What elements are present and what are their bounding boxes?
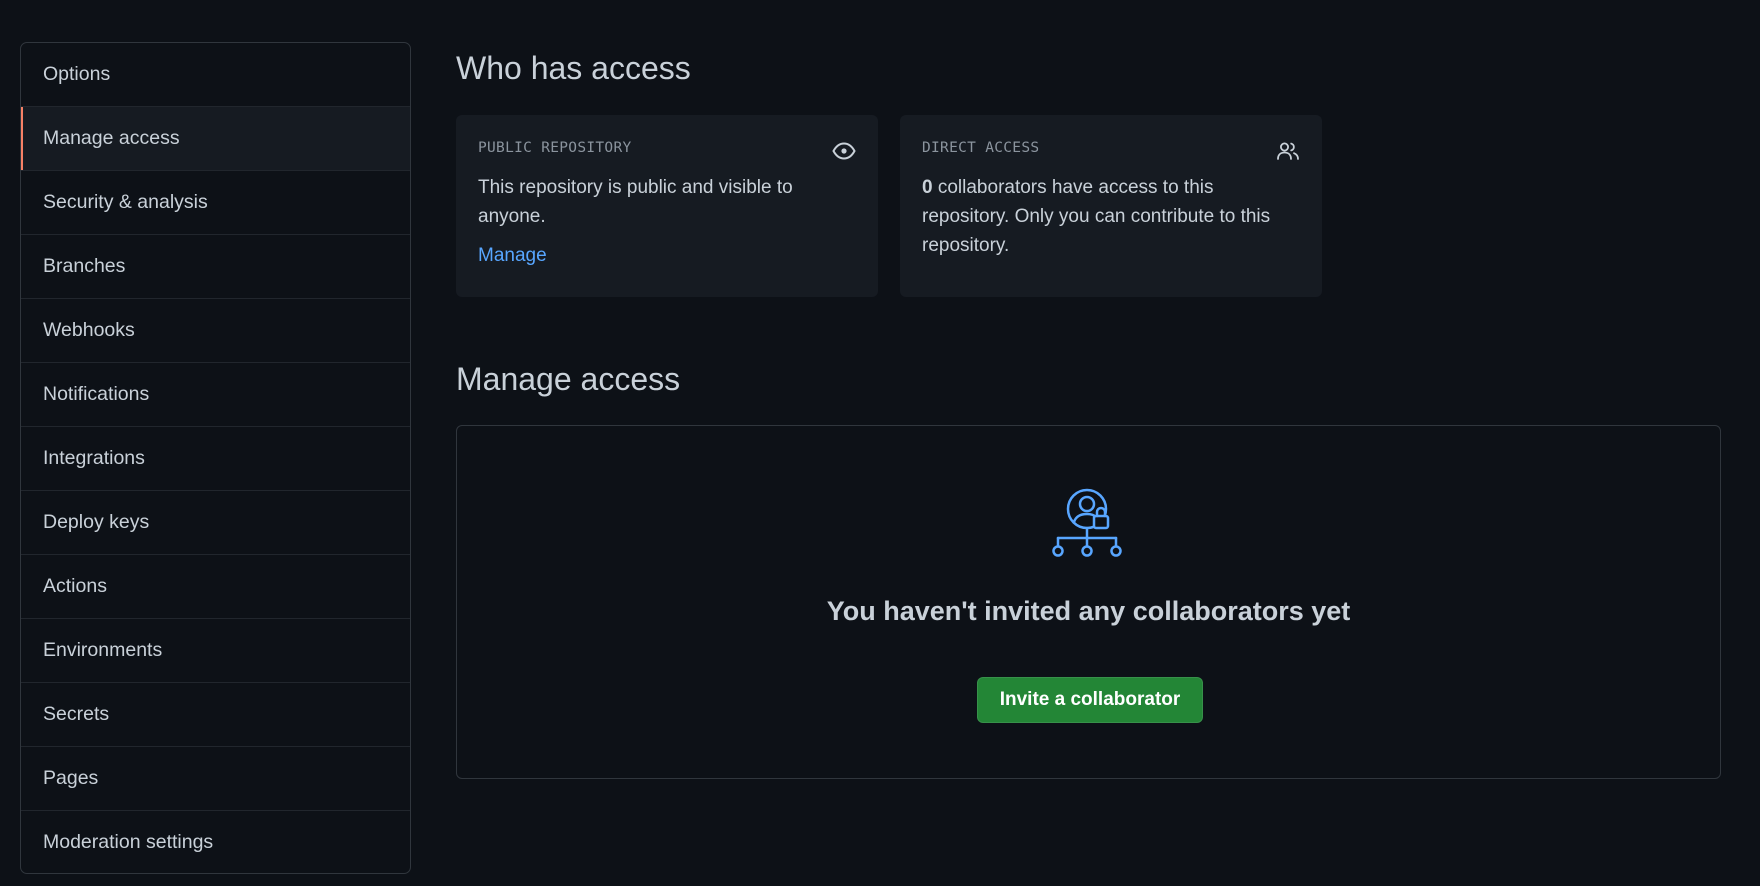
sidebar-item-integrations[interactable]: Integrations: [21, 427, 410, 491]
sidebar-item-moderation-settings[interactable]: Moderation settings: [21, 811, 410, 873]
sidebar-item-secrets[interactable]: Secrets: [21, 683, 410, 747]
eye-icon: [832, 142, 856, 160]
manage-visibility-link[interactable]: Manage: [478, 245, 547, 267]
manage-access-title: Manage access: [456, 361, 681, 397]
sidebar-item-security-analysis[interactable]: Security & analysis: [21, 171, 410, 235]
settings-sidebar: Options Manage access Security & analysi…: [20, 42, 411, 874]
direct-access-text: 0 collaborators have access to this repo…: [922, 173, 1292, 260]
direct-access-label: DIRECT ACCESS: [922, 140, 1040, 156]
sidebar-item-pages[interactable]: Pages: [21, 747, 410, 811]
public-repository-label: PUBLIC REPOSITORY: [478, 140, 632, 156]
who-has-access-title: Who has access: [456, 50, 691, 86]
sidebar-item-notifications[interactable]: Notifications: [21, 363, 410, 427]
sidebar-item-deploy-keys[interactable]: Deploy keys: [21, 491, 410, 555]
collaborators-empty-state: You haven't invited any collaborators ye…: [456, 425, 1721, 779]
sidebar-item-manage-access[interactable]: Manage access: [21, 107, 410, 171]
public-repository-text: This repository is public and visible to…: [478, 177, 793, 227]
direct-access-card: DIRECT ACCESS 0 collaborators have acces…: [900, 115, 1322, 297]
empty-state-title: You haven't invited any collaborators ye…: [826, 596, 1351, 626]
collaborator-count: 0: [922, 177, 933, 198]
sidebar-item-options[interactable]: Options: [21, 43, 410, 107]
sidebar-item-actions[interactable]: Actions: [21, 555, 410, 619]
main-content: Who has access PUBLIC REPOSITORY This re…: [456, 0, 1721, 886]
sidebar-item-environments[interactable]: Environments: [21, 619, 410, 683]
sidebar-item-branches[interactable]: Branches: [21, 235, 410, 299]
collaborators-lock-icon: [1052, 488, 1122, 557]
settings-page: Options Manage access Security & analysi…: [0, 0, 1760, 886]
direct-access-description: collaborators have access to this reposi…: [922, 177, 1271, 256]
public-repository-card: PUBLIC REPOSITORY This repository is pub…: [456, 115, 878, 297]
invite-collaborator-button[interactable]: Invite a collaborator: [977, 677, 1203, 723]
people-icon: [1277, 142, 1299, 160]
sidebar-item-webhooks[interactable]: Webhooks: [21, 299, 410, 363]
